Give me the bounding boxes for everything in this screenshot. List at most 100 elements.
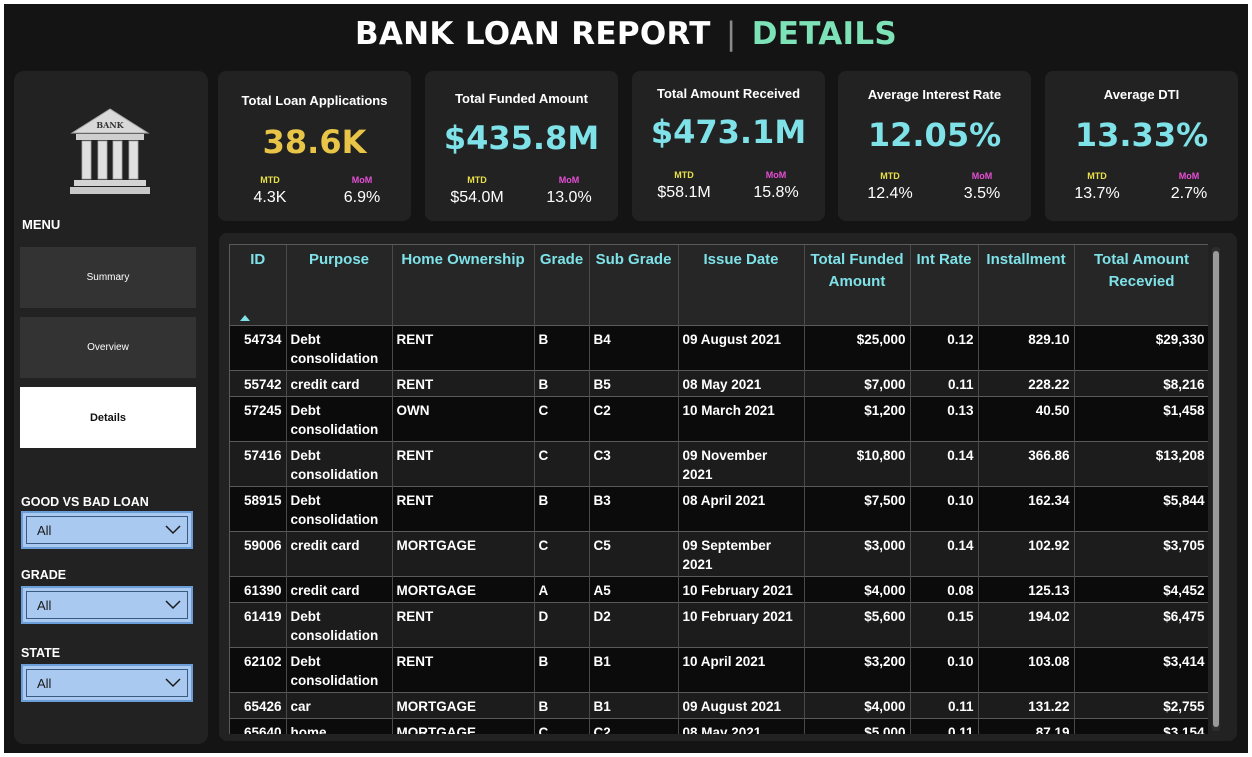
kpi-mom: MoM 3.5%: [952, 171, 1012, 203]
table-cell: Debt consolidation: [286, 440, 393, 486]
table-cell: $25,000: [804, 324, 911, 370]
grade-dropdown[interactable]: All: [21, 586, 193, 624]
table-cell: 09 September 2021: [678, 530, 805, 576]
column-header-grade[interactable]: Grade: [534, 245, 590, 325]
table-row[interactable]: 59006 credit card MORTGAGE C C5 09 September …: [230, 530, 1208, 576]
column-header-sub-grade[interactable]: Sub Grade: [589, 245, 679, 325]
state-value: All: [37, 675, 52, 691]
table-cell: 57416: [230, 440, 287, 486]
nav-details-button[interactable]: Details: [20, 387, 196, 448]
column-header-label: Grade: [539, 251, 584, 268]
table-cell: 10 March 2021: [678, 395, 805, 441]
table-row[interactable]: 58915 Debt consolidation RENT B B3 08 April 2…: [230, 485, 1208, 531]
table-cell: RENT: [392, 369, 535, 396]
column-header-total-funded-amount[interactable]: Total Funded Amount: [804, 245, 911, 325]
mom-value: 15.8%: [753, 184, 799, 201]
table-cell: $10,800: [804, 440, 911, 486]
table-cell: 65640: [230, 717, 287, 734]
table-row[interactable]: 55742 credit card RENT B B5 08 May 2021 $7,000…: [230, 369, 1208, 396]
column-header-int-rate[interactable]: Int Rate: [910, 245, 979, 325]
table-row[interactable]: 61419 Debt consolidation RENT D D2 10 Februar…: [230, 601, 1208, 647]
mtd-value: 4.3K: [253, 189, 287, 206]
table-cell: B1: [589, 646, 679, 692]
table-cell: 0.15: [910, 601, 979, 647]
sidebar: BANK MENU Summary Overview Details GOOD …: [14, 71, 208, 744]
mtd-label: MTD: [674, 170, 694, 180]
table-cell: $4,452: [1074, 575, 1208, 602]
table-cell: 10 April 2021: [678, 646, 805, 692]
kpi-mom: MoM 2.7%: [1159, 171, 1219, 203]
table-cell: D: [534, 601, 590, 647]
table-cell: B: [534, 369, 590, 396]
kpi-value: 12.05%: [867, 116, 1002, 154]
kpi-card-interest-rate: Average Interest Rate 12.05% MTD 12.4% M…: [838, 71, 1031, 221]
kpi-title: Total Amount Received: [656, 86, 801, 101]
table-cell: 09 November 2021: [678, 440, 805, 486]
table-cell: C: [534, 395, 590, 441]
table-cell: 62102: [230, 646, 287, 692]
table-row[interactable]: 65640 home MORTGAGE C C2 08 May 2021 $5,000 0.1…: [230, 717, 1208, 734]
kpi-card-amount-received: Total Amount Received $473.1M MTD $58.1M…: [632, 71, 825, 221]
table-cell: 65426: [230, 691, 287, 718]
column-header-purpose[interactable]: Purpose: [286, 245, 393, 325]
report-canvas: BANK LOAN REPORT | DETAILS BANK MENU Sum…: [4, 4, 1248, 753]
table-cell: $5,844: [1074, 485, 1208, 531]
table-cell: credit card: [286, 369, 393, 396]
table-cell: C3: [589, 440, 679, 486]
table-row[interactable]: 61390 credit card MORTGAGE A A5 10 February 2…: [230, 575, 1208, 602]
table-cell: OWN: [392, 395, 535, 441]
column-header-home-ownership[interactable]: Home Ownership: [392, 245, 535, 325]
table-cell: MORTGAGE: [392, 717, 535, 734]
table-row[interactable]: 65426 car MORTGAGE B B1 09 August 2021 $4,000 0…: [230, 691, 1208, 718]
nav-overview-button[interactable]: Overview: [20, 317, 196, 378]
table-body: 54734 Debt consolidation RENT B B4 09 August …: [230, 324, 1208, 734]
table-cell: Debt consolidation: [286, 646, 393, 692]
table-cell: $29,330: [1074, 324, 1208, 370]
table-cell: A: [534, 575, 590, 602]
table-cell: $8,216: [1074, 369, 1208, 396]
table-row[interactable]: 54734 Debt consolidation RENT B B4 09 August …: [230, 324, 1208, 370]
table-cell: $6,475: [1074, 601, 1208, 647]
table-cell: D2: [589, 601, 679, 647]
table-cell: RENT: [392, 601, 535, 647]
table-cell: RENT: [392, 440, 535, 486]
table-cell: 0.11: [910, 369, 979, 396]
kpi-value: 13.33%: [1074, 116, 1209, 154]
table-cell: 102.92: [978, 530, 1075, 576]
table-cell: 228.22: [978, 369, 1075, 396]
scrollbar-thumb[interactable]: [1213, 251, 1219, 727]
state-dropdown[interactable]: All: [21, 664, 193, 702]
table-cell: MORTGAGE: [392, 530, 535, 576]
column-header-installment[interactable]: Installment: [978, 245, 1075, 325]
kpi-card-average-dti: Average DTI 13.33% MTD 13.7% MoM 2.7%: [1045, 71, 1238, 221]
bank-logo-text: BANK: [96, 120, 124, 130]
table-cell: $1,200: [804, 395, 911, 441]
table-cell: RENT: [392, 324, 535, 370]
nav-summary-button[interactable]: Summary: [20, 247, 196, 308]
mom-value: 6.9%: [343, 189, 381, 206]
table-cell: C: [534, 717, 590, 734]
table-cell: home: [286, 717, 393, 734]
table-row[interactable]: 62102 Debt consolidation RENT B B1 10 April 2…: [230, 646, 1208, 692]
table-cell: C2: [589, 717, 679, 734]
table-cell: 61390: [230, 575, 287, 602]
mtd-value: $54.0M: [450, 189, 504, 206]
loan-quality-dropdown[interactable]: All: [21, 511, 193, 549]
table-row[interactable]: 57245 Debt consolidation OWN C C2 10 March 20…: [230, 395, 1208, 441]
table-row[interactable]: 57416 Debt consolidation RENT C C3 09 Novembe…: [230, 440, 1208, 486]
table-scrollbar[interactable]: [1212, 247, 1220, 731]
column-header-total-amount-received[interactable]: Total Amount Recevied: [1074, 245, 1208, 325]
table-cell: Debt consolidation: [286, 601, 393, 647]
table-cell: 58915: [230, 485, 287, 531]
kpi-mom: MoM 13.0%: [539, 175, 599, 207]
table-cell: B: [534, 485, 590, 531]
mom-value: 13.0%: [546, 189, 592, 206]
loan-details-table-viewport[interactable]: ID Purpose Home Ownership Grade Sub Grad…: [229, 244, 1208, 734]
chevron-down-icon: [165, 678, 181, 688]
filter-label-state: STATE: [21, 646, 61, 660]
table-cell: B: [534, 691, 590, 718]
menu-label: MENU: [22, 217, 61, 232]
table-cell: $3,154: [1074, 717, 1208, 734]
column-header-id[interactable]: ID: [230, 245, 287, 325]
column-header-issue-date[interactable]: Issue Date: [678, 245, 805, 325]
